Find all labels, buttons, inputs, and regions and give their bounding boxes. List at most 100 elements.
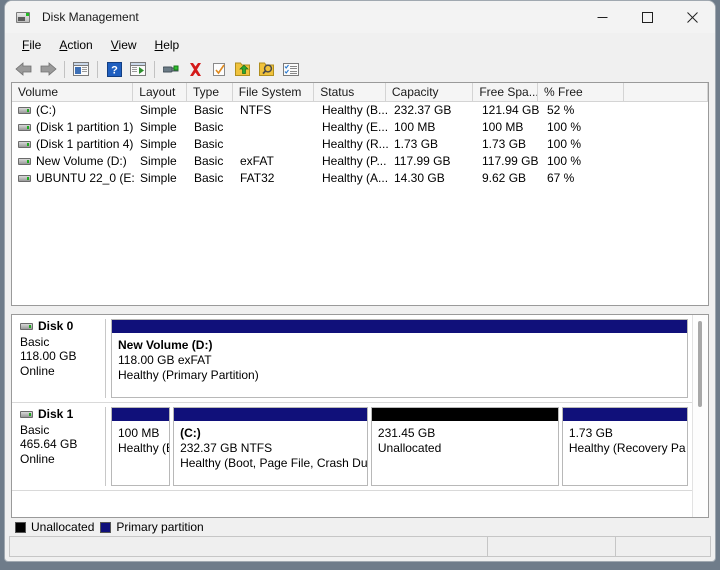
partition-status: Healthy (Boot, Page File, Crash Dum [180, 456, 367, 470]
volume-drive-icon [18, 107, 31, 114]
table-row[interactable]: (Disk 1 partition 1) Simple Basic Health… [12, 119, 708, 136]
statusbar [9, 536, 711, 557]
window-title: Disk Management [42, 10, 139, 24]
column-header-capacity[interactable]: Capacity [386, 83, 474, 101]
cell-layout: Simple [140, 171, 177, 185]
cell-status: Healthy (P... [322, 154, 387, 168]
disk-partitions: 100 MB Healthy (EF (C:) 232.37 GB NTFS H… [106, 407, 692, 486]
forward-arrow-icon[interactable] [36, 58, 60, 80]
disk-view-vertical-scrollbar[interactable] [692, 315, 708, 517]
show-hide-console-tree-icon[interactable] [69, 58, 93, 80]
cell-capacity: 232.37 GB [394, 103, 452, 117]
disk-info-panel[interactable]: Disk 1 Basic 465.64 GB Online [12, 407, 106, 486]
partition-block[interactable]: (C:) 232.37 GB NTFS Healthy (Boot, Page … [173, 407, 368, 486]
column-header-volume[interactable]: Volume [12, 83, 134, 101]
column-header-pctfree[interactable]: % Free [538, 83, 625, 101]
menu-view[interactable]: View [102, 36, 146, 54]
partition-details: 231.45 GB Unallocated [372, 421, 558, 485]
column-header-filesystem[interactable]: File System [233, 83, 315, 101]
partition-details: 1.73 GB Healthy (Recovery Pa [563, 421, 687, 485]
cell-freespace: 9.62 GB [482, 171, 527, 185]
partition-size-fs: 232.37 GB NTFS [180, 441, 273, 455]
table-row[interactable]: New Volume (D:) Simple Basic exFAT Healt… [12, 153, 708, 170]
delete-icon[interactable] [183, 58, 207, 80]
column-header-type[interactable]: Type [187, 83, 233, 101]
partition-block[interactable]: 100 MB Healthy (EF [111, 407, 171, 486]
partition-block[interactable]: New Volume (D:) 118.00 GB exFAT Healthy … [111, 319, 688, 398]
disk-state: Online [20, 363, 55, 378]
disk-drive-icon [15, 9, 33, 25]
disk-info-panel[interactable]: Disk 0 Basic 118.00 GB Online [12, 319, 106, 398]
disk-name: Disk 0 [38, 319, 74, 333]
partition-color-bar [371, 408, 558, 421]
legend-label: Unallocated [31, 520, 95, 534]
minimize-icon[interactable] [580, 1, 625, 33]
cell-volume: (C:) [12, 102, 134, 119]
cell-capacity: 14.30 GB [394, 171, 445, 185]
cell-layout: Simple [140, 137, 177, 151]
menubar: File Action View Help [5, 33, 715, 56]
cell-volume: UBUNTU 22_0 (E:) [12, 170, 134, 187]
partition-color-bar [562, 408, 687, 421]
cell-status: Healthy (R... [322, 137, 388, 151]
partition-details: New Volume (D:) 118.00 GB exFAT Healthy … [112, 333, 687, 397]
cell-status: Healthy (B... [322, 103, 388, 117]
cell-volume: (Disk 1 partition 1) [12, 119, 134, 136]
search-icon[interactable] [255, 58, 279, 80]
help-icon[interactable]: ? [102, 58, 126, 80]
cell-filesystem: NTFS [240, 103, 272, 117]
menu-help[interactable]: Help [146, 36, 189, 54]
cell-pctfree: 100 % [547, 137, 582, 151]
table-row[interactable]: (C:) Simple Basic NTFS Healthy (B... 232… [12, 102, 708, 119]
scrollbar-thumb[interactable] [698, 321, 702, 407]
cell-status: Healthy (E... [322, 120, 388, 134]
export-list-icon[interactable] [231, 58, 255, 80]
column-header-status[interactable]: Status [314, 83, 386, 101]
graphical-disk-view: Disk 0 Basic 118.00 GB Online New Volume… [11, 314, 709, 518]
show-details-icon[interactable] [279, 58, 303, 80]
partition-block[interactable]: 231.45 GB Unallocated [370, 407, 559, 486]
menu-file[interactable]: File [13, 36, 50, 54]
column-header-freespace[interactable]: Free Spa... [473, 83, 538, 101]
rescan-disks-icon[interactable] [207, 58, 231, 80]
partition-size-fs: 100 MB [118, 426, 160, 440]
maximize-icon[interactable] [625, 1, 670, 33]
toolbar-separator [64, 60, 65, 78]
toolbar-separator [154, 60, 155, 78]
cell-filesystem [234, 136, 316, 153]
back-arrow-icon[interactable] [12, 58, 36, 80]
menu-action[interactable]: Action [50, 36, 101, 54]
disk-size: 118.00 GB [20, 349, 77, 363]
cell-volume-label: (C:) [36, 103, 56, 117]
cell-type: Basic [194, 154, 224, 168]
pane-splitter[interactable] [11, 306, 709, 314]
cell-volume: New Volume (D:) [12, 153, 134, 170]
cell-volume-label: UBUNTU 22_0 (E:) [36, 171, 134, 185]
cell-pctfree: 52 % [547, 103, 575, 117]
column-header-layout[interactable]: Layout [133, 83, 187, 101]
disk-row[interactable]: Disk 0 Basic 118.00 GB Online New Volume… [12, 315, 692, 403]
partition-status: Unallocated [377, 441, 442, 455]
volume-list[interactable]: Volume Layout Type File System Status Ca… [11, 82, 709, 306]
table-row[interactable]: UBUNTU 22_0 (E:) Simple Basic FAT32 Heal… [12, 170, 708, 187]
properties-icon[interactable] [159, 58, 183, 80]
cell-pctfree: 100 % [547, 154, 582, 168]
partition-status: Healthy (Recovery Pa [568, 441, 686, 455]
disk-row[interactable]: Disk 1 Basic 465.64 GB Online 100 MB Hea… [12, 403, 692, 491]
close-icon[interactable] [670, 1, 715, 33]
disk-list: Disk 0 Basic 118.00 GB Online New Volume… [12, 315, 692, 517]
show-hide-action-pane-icon[interactable] [126, 58, 150, 80]
cell-volume-label: (Disk 1 partition 1) [36, 120, 134, 134]
cell-type: Basic [194, 120, 224, 134]
partition-color-bar [112, 408, 170, 421]
volume-drive-icon [18, 141, 31, 148]
cell-volume-label: (Disk 1 partition 4) [36, 137, 134, 151]
legend-item-primary-partition: Primary partition [100, 520, 204, 534]
partition-block[interactable]: 1.73 GB Healthy (Recovery Pa [561, 407, 688, 486]
table-row[interactable]: (Disk 1 partition 4) Simple Basic Health… [12, 136, 708, 153]
disk-type: Basic [20, 422, 50, 437]
column-header-extra[interactable] [624, 83, 708, 101]
partition-color-bar [174, 408, 367, 421]
cell-status: Healthy (A... [322, 171, 388, 185]
disk-name: Disk 1 [38, 407, 74, 421]
